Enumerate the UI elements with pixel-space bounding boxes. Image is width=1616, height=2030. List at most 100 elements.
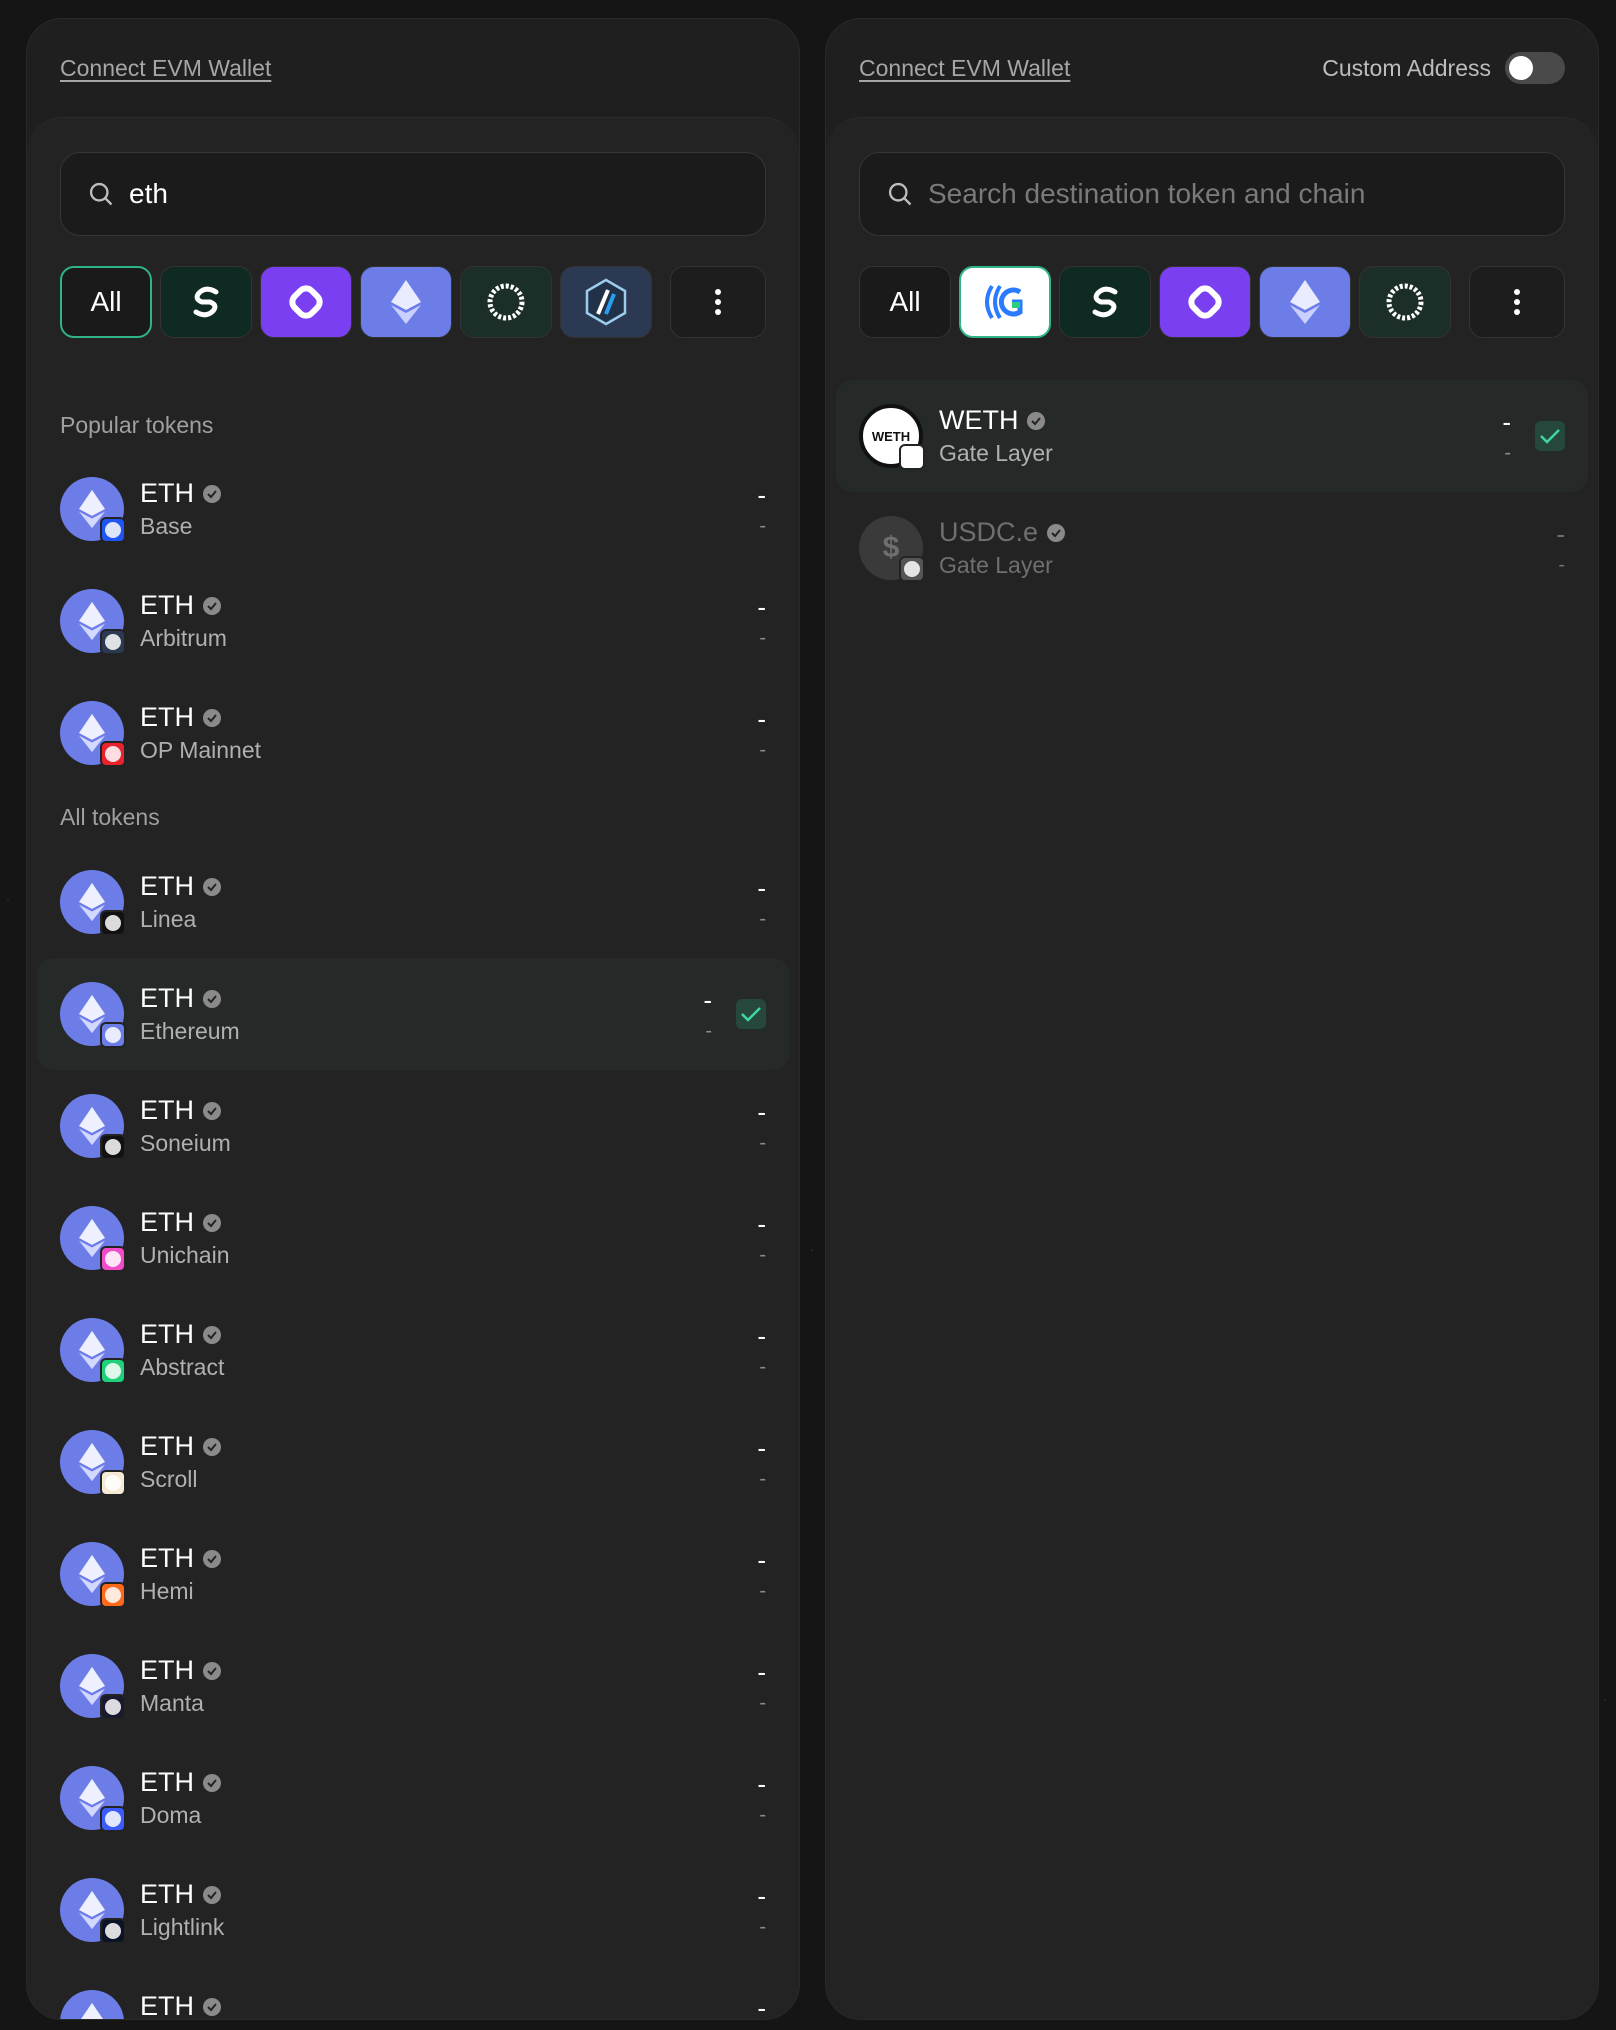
chain-filter-sonic[interactable] — [160, 266, 252, 338]
balance-amount: - — [757, 1657, 766, 1687]
s-logo-icon — [1092, 286, 1118, 318]
panel-header: Connect EVM Wallet — [27, 19, 799, 117]
token-row[interactable]: ETH Scroll - - — [27, 1406, 799, 1518]
chain-filter-purple-ring[interactable] — [1159, 266, 1251, 338]
token-text: ETH Soneium — [140, 1095, 231, 1157]
token-icon — [60, 1654, 126, 1720]
balance-amount: - — [757, 704, 766, 734]
token-row[interactable]: ETH Linea - - — [27, 846, 799, 958]
token-row[interactable]: ETH Hemi - - — [27, 1518, 799, 1630]
token-balance: -- — [757, 1883, 766, 1937]
chain-filter-gate-layer[interactable] — [959, 266, 1051, 338]
chain-filter-all[interactable]: All — [60, 266, 152, 338]
chain-mark — [105, 1027, 121, 1043]
token-text: ETH OP Mainnet — [140, 702, 261, 764]
chain-filter-arbitrum[interactable] — [560, 266, 652, 338]
chain-filter-all[interactable]: All — [859, 266, 951, 338]
token-symbol: ETH — [140, 702, 194, 732]
search-input[interactable] — [928, 178, 1538, 210]
ring-logo-icon — [1188, 285, 1222, 319]
token-chain: Lightlink — [140, 1914, 225, 1940]
balance-amount: - — [703, 985, 712, 1015]
connect-evm-wallet-link[interactable]: Connect EVM Wallet — [859, 55, 1070, 82]
verified-icon — [203, 1661, 221, 1680]
token-balance: -- — [757, 1771, 766, 1825]
chain-mark — [105, 1923, 121, 1939]
chain-filter-ethereum[interactable] — [1259, 266, 1351, 338]
search-icon — [89, 182, 113, 206]
token-row[interactable]: ETH OP Mainnet - - — [27, 677, 799, 789]
token-row[interactable]: ETHSwell -- — [27, 1966, 799, 2020]
more-chains-button[interactable] — [1469, 266, 1565, 338]
balance-amount: - — [757, 1881, 766, 1911]
search-input[interactable] — [129, 178, 739, 210]
token-icon — [60, 1990, 124, 2019]
token-symbol-line: USDC.e — [939, 517, 1066, 548]
token-icon: $ — [859, 516, 925, 582]
chain-mark — [105, 1363, 121, 1379]
token-icon — [60, 589, 126, 655]
chain-filter-row: All — [60, 266, 766, 338]
token-text: WETH Gate Layer — [939, 405, 1053, 467]
token-symbol-line: ETH — [140, 1207, 230, 1238]
gate-layer-icon — [985, 284, 1023, 320]
token-row[interactable]: ETH Ethereum - - — [37, 958, 789, 1070]
chain-mark — [105, 634, 121, 650]
connect-evm-wallet-link[interactable]: Connect EVM Wallet — [60, 55, 271, 82]
balance-amount: - — [757, 1993, 766, 2020]
token-row[interactable]: ETH Unichain - - — [27, 1182, 799, 1294]
balance-usd: - — [759, 1468, 766, 1490]
balance-usd: - — [759, 1132, 766, 1154]
verified-icon — [203, 1213, 221, 1232]
custom-address-control: Custom Address — [1322, 52, 1565, 84]
chain-filter-sonic[interactable] — [1059, 266, 1151, 338]
token-text: ETH Manta — [140, 1655, 222, 1717]
chain-mark — [105, 915, 121, 931]
token-symbol-line: ETH — [140, 702, 261, 733]
token-row[interactable]: ETH Base - - — [27, 453, 799, 565]
custom-address-toggle[interactable] — [1505, 52, 1565, 84]
token-balance: -- — [703, 987, 712, 1041]
balance-usd: - — [759, 627, 766, 649]
token-icon — [60, 1318, 126, 1384]
token-balance: -- — [757, 706, 766, 760]
search-box[interactable] — [859, 152, 1565, 236]
token-row[interactable]: WETH WETH Gate Layer - - — [836, 380, 1588, 492]
token-chain: Abstract — [140, 1354, 225, 1380]
chain-filter-spiral[interactable] — [1359, 266, 1451, 338]
balance-amount: - — [757, 1321, 766, 1351]
chain-filter-spiral[interactable] — [460, 266, 552, 338]
token-row[interactable]: ETH Abstract - - — [27, 1294, 799, 1406]
token-row[interactable]: ETH Arbitrum - - — [27, 565, 799, 677]
verified-icon — [203, 1437, 221, 1456]
token-chain: Scroll — [140, 1466, 198, 1492]
token-row[interactable]: ETH Manta - - — [27, 1630, 799, 1742]
balance-usd: - — [759, 1580, 766, 1602]
ethereum-icon — [391, 280, 421, 324]
chain-mark — [105, 1587, 121, 1603]
token-row[interactable]: ETH Lightlink - - — [27, 1854, 799, 1966]
more-chains-button[interactable] — [670, 266, 766, 338]
token-symbol: ETH — [140, 983, 194, 1013]
token-text: USDC.e Gate Layer — [939, 517, 1066, 579]
spiral-logo-icon — [1386, 283, 1424, 321]
token-symbol: ETH — [140, 478, 194, 508]
chain-filter-purple-ring[interactable] — [260, 266, 352, 338]
token-text: ETH Abstract — [140, 1319, 224, 1381]
balance-usd: - — [759, 1692, 766, 1714]
ethereum-icon — [60, 1990, 124, 2019]
token-row[interactable]: ETH Doma - - — [27, 1742, 799, 1854]
token-balance: -- — [1502, 409, 1511, 463]
source-token-panel: Connect EVM Wallet All — [26, 18, 800, 2020]
all-tokens-label: All tokens — [60, 804, 160, 830]
token-text: ETH Ethereum — [140, 983, 240, 1045]
chain-filter-ethereum[interactable] — [360, 266, 452, 338]
search-box[interactable] — [60, 152, 766, 236]
ethereum-icon — [1290, 280, 1320, 324]
token-symbol-line: ETH — [140, 1991, 222, 2019]
panel-header: Connect EVM Wallet Custom Address — [826, 19, 1598, 117]
toggle-knob — [1509, 56, 1533, 80]
token-balance: -- — [1556, 521, 1565, 575]
token-icon — [60, 982, 126, 1048]
token-row[interactable]: ETH Soneium - - — [27, 1070, 799, 1182]
